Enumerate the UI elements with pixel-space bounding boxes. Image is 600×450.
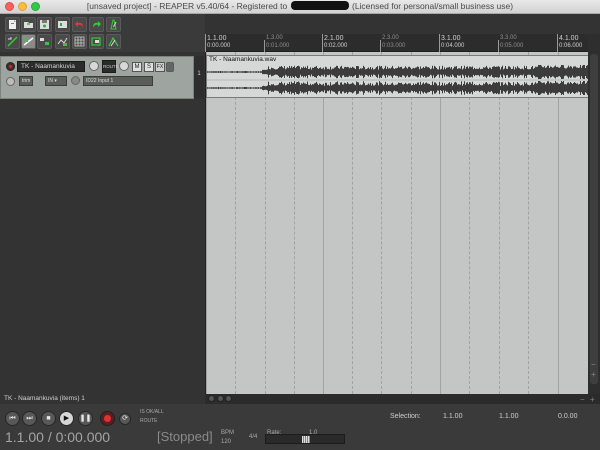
ruler-bar-label: 2.3.00 xyxy=(382,35,399,41)
input-select[interactable]: ID22 Input 1 xyxy=(83,76,153,86)
reaper-window: [unsaved project] - REAPER v5.40/64 - Re… xyxy=(0,0,600,450)
record-arm-button[interactable] xyxy=(6,62,15,71)
volume-knob[interactable] xyxy=(89,61,99,71)
h-zoom-out-icon[interactable]: − xyxy=(580,395,585,404)
auto-crossfade-button[interactable] xyxy=(106,34,121,49)
ruler-bar-label: 2.1.00 xyxy=(324,35,344,42)
play-button[interactable]: ▶ xyxy=(59,411,74,426)
redacted-name xyxy=(290,1,349,10)
ruler-time-label: 0:00.000 xyxy=(207,43,231,49)
pan-knob[interactable] xyxy=(119,61,129,71)
window-title-prefix: [unsaved project] - REAPER v5.40/64 - Re… xyxy=(86,1,288,11)
go-to-end-button[interactable]: ⏭ xyxy=(22,411,37,426)
ripple-edit-button[interactable] xyxy=(21,34,36,49)
selection-start[interactable]: 1.1.00 xyxy=(443,413,462,420)
item-grouping-button[interactable] xyxy=(37,34,52,49)
title-bar: [unsaved project] - REAPER v5.40/64 - Re… xyxy=(0,0,600,14)
project-settings-button[interactable] xyxy=(55,17,70,32)
redo-button[interactable] xyxy=(89,17,104,32)
ruler-time-label: 0:01.000 xyxy=(266,43,290,49)
track-control-panel: TK - Naamankuvia ROUTE M S FX trim IN ▾ … xyxy=(0,52,205,392)
horizontal-scrollbar[interactable]: − + xyxy=(205,394,600,404)
ruler-bar-label: 3.1.00 xyxy=(441,35,461,42)
metronome-button[interactable] xyxy=(106,17,121,32)
waveform-channel xyxy=(207,81,588,95)
item-name: TK - Naamankuvia.wav xyxy=(209,56,277,63)
waveform-channel xyxy=(207,65,588,79)
crossfade-button[interactable] xyxy=(89,34,104,49)
selection-length[interactable]: 0.0.00 xyxy=(558,413,577,420)
envelope-lock-button[interactable] xyxy=(55,34,70,49)
rate-slider-thumb[interactable] xyxy=(302,436,310,443)
track-status-line: TK - Naamankuvia (items) 1 xyxy=(4,395,85,402)
ruler-time-label: 0:04.000 xyxy=(441,43,465,49)
input-button[interactable]: IN ▾ xyxy=(45,76,67,86)
solo-button[interactable]: S xyxy=(144,62,154,72)
ruler-time-label: 0:02.000 xyxy=(324,43,348,49)
track-header[interactable]: TK - Naamankuvia ROUTE M S FX trim IN ▾ … xyxy=(0,56,194,99)
fx-bypass-button[interactable] xyxy=(166,62,174,72)
trim-mode-button[interactable]: trim xyxy=(19,76,34,86)
h-zoom-in-icon[interactable]: + xyxy=(590,395,595,404)
pause-button[interactable]: ❚❚ xyxy=(78,411,93,426)
media-item[interactable]: TK - Naamankuvia.wav xyxy=(206,55,589,98)
save-project-button[interactable] xyxy=(37,17,52,32)
track-name-field[interactable]: TK - Naamankuvia xyxy=(17,61,85,72)
track-number[interactable]: 1 xyxy=(194,56,204,99)
fx-button[interactable]: FX xyxy=(155,62,165,72)
bpm-label: BPM xyxy=(221,430,235,436)
mute-button[interactable]: M xyxy=(132,62,142,72)
ruler-time-label: 0:05.000 xyxy=(500,43,524,49)
vertical-scroll-thumb[interactable] xyxy=(590,54,598,384)
position-display[interactable]: 1.1.00 / 0:00.000 xyxy=(5,429,110,445)
zoom-mode-button[interactable] xyxy=(217,395,224,402)
snap-grid-button[interactable] xyxy=(72,34,87,49)
selection-label: Selection: xyxy=(390,413,421,420)
trim-mode-label: trim xyxy=(22,78,31,84)
play-state: [Stopped] xyxy=(157,429,213,444)
selection-end[interactable]: 1.1.00 xyxy=(499,413,518,420)
time-signature[interactable]: 4/4 xyxy=(249,434,257,440)
ruler-bar-label: 4.1.00 xyxy=(559,35,579,42)
ruler-bar-label: 1.3.00 xyxy=(266,35,283,41)
arrange-view[interactable]: TK - Naamankuvia.wav xyxy=(205,52,589,394)
monitor-icon[interactable] xyxy=(71,76,80,85)
timeline-ruler[interactable]: 1.1.00 0:00.000 1.3.00 0:01.000 2.1.00 0… xyxy=(205,34,588,52)
route-button[interactable]: ROUTE xyxy=(102,60,119,73)
main-toolbar xyxy=(0,14,205,52)
window-title: [unsaved project] - REAPER v5.40/64 - Re… xyxy=(0,1,600,11)
input-label: IN xyxy=(48,78,53,84)
auto-arm-label[interactable]: IS OK/ALL xyxy=(140,409,164,415)
scroll-mode-button[interactable] xyxy=(208,395,215,402)
input-select-value: ID22 Input 1 xyxy=(86,78,114,84)
ruler-time-label: 0:03.000 xyxy=(382,43,406,49)
waveform xyxy=(207,65,588,95)
new-project-button[interactable] xyxy=(5,17,20,32)
undo-button[interactable] xyxy=(72,17,87,32)
grid-snap-button[interactable] xyxy=(5,34,20,49)
window-title-suffix: (Licensed for personal/small business us… xyxy=(351,1,514,11)
repeat-button[interactable]: ⟳ xyxy=(119,413,131,425)
vertical-scrollbar[interactable]: − + xyxy=(588,34,600,394)
record-button[interactable] xyxy=(100,411,115,426)
ruler-bar-label: 1.1.00 xyxy=(207,35,227,42)
zoom-out-icon[interactable]: − xyxy=(591,360,596,369)
rate-slider[interactable] xyxy=(265,434,345,444)
bpm-value[interactable]: 120 xyxy=(221,439,231,445)
open-project-button[interactable] xyxy=(21,17,36,32)
go-to-start-button[interactable]: ⏮ xyxy=(5,411,20,426)
ruler-time-label: 0:06.000 xyxy=(559,43,583,49)
ruler-bar-label: 3.3.00 xyxy=(500,35,517,41)
zoom-in-icon[interactable]: + xyxy=(591,370,596,379)
zoom-mode-button-2[interactable] xyxy=(225,395,232,402)
stop-button[interactable]: ■ xyxy=(41,411,56,426)
phase-icon[interactable] xyxy=(6,77,15,86)
route-label[interactable]: ROUTE xyxy=(140,418,158,424)
